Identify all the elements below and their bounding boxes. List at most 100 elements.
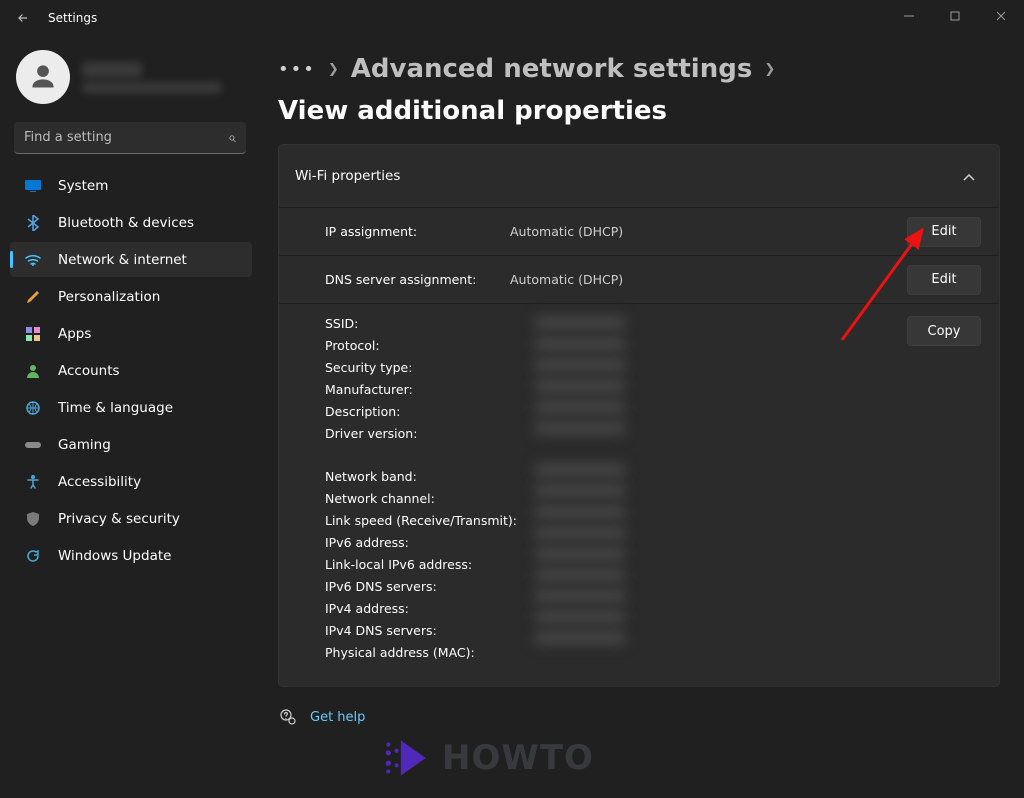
sidebar-item-label: System — [58, 178, 108, 194]
avatar — [16, 50, 70, 104]
profile-name — [82, 62, 142, 78]
back-button[interactable] — [12, 7, 34, 29]
maximize-button[interactable] — [932, 0, 978, 32]
edit-ip-button[interactable]: Edit — [907, 217, 981, 247]
search-container: ⌕ — [14, 122, 246, 154]
card-header[interactable]: Wi-Fi properties — [279, 145, 999, 207]
detail-label: IPv4 DNS servers: — [325, 623, 535, 638]
accounts-icon — [24, 362, 42, 380]
detail-label: Protocol: — [325, 338, 535, 353]
sidebar-item-personalization[interactable]: Personalization — [10, 279, 252, 314]
sidebar-item-label: Accounts — [58, 363, 120, 379]
detail-value-redacted — [535, 421, 625, 435]
detail-value-redacted — [535, 337, 625, 351]
detail-value-redacted — [535, 484, 625, 498]
sidebar-item-label: Gaming — [58, 437, 111, 453]
detail-value-redacted — [535, 463, 625, 477]
sidebar-item-gaming[interactable]: Gaming — [10, 427, 252, 462]
edit-dns-button[interactable]: Edit — [907, 265, 981, 295]
sidebar-item-label: Bluetooth & devices — [58, 215, 194, 231]
detail-value-redacted — [535, 400, 625, 414]
detail-value-redacted — [535, 316, 625, 330]
chevron-right-icon: ❯ — [764, 62, 775, 77]
chevron-up-icon — [963, 167, 975, 186]
breadcrumb-overflow[interactable]: ••• — [278, 59, 316, 80]
window-title: Settings — [48, 11, 97, 25]
detail-value-redacted — [535, 358, 625, 372]
card-title: Wi-Fi properties — [295, 168, 400, 184]
breadcrumb-parent[interactable]: Advanced network settings — [351, 54, 753, 84]
search-input[interactable] — [14, 122, 246, 154]
shield-icon — [24, 510, 42, 528]
accessibility-icon — [24, 473, 42, 491]
detail-label: Driver version: — [325, 426, 535, 441]
detail-value-redacted — [535, 547, 625, 561]
detail-value-redacted — [535, 379, 625, 393]
detail-label: Description: — [325, 404, 535, 419]
system-icon — [24, 177, 42, 195]
chevron-right-icon: ❯ — [328, 62, 339, 77]
copy-button[interactable]: Copy — [907, 316, 981, 346]
sidebar-item-label: Accessibility — [58, 474, 141, 490]
sidebar-item-label: Network & internet — [58, 252, 187, 268]
detail-value-redacted — [535, 631, 625, 645]
help-row: Get help — [278, 709, 1000, 725]
detail-label: Link-local IPv6 address: — [325, 557, 535, 572]
sidebar-item-time-language[interactable]: Time & language — [10, 390, 252, 425]
detail-label: IPv6 address: — [325, 535, 535, 550]
watermark-text: HOWTO — [442, 738, 594, 778]
detail-label: IPv6 DNS servers: — [325, 579, 535, 594]
ip-assignment-row: IP assignment: Automatic (DHCP) Edit — [279, 207, 999, 255]
row-label: IP assignment: — [325, 224, 510, 239]
sidebar-item-label: Apps — [58, 326, 91, 342]
property-details: SSID: Protocol: Security type: Manufactu… — [279, 303, 999, 686]
detail-label: Network channel: — [325, 491, 535, 506]
detail-label: Manufacturer: — [325, 382, 535, 397]
get-help-link[interactable]: Get help — [310, 710, 365, 725]
brush-icon — [24, 288, 42, 306]
breadcrumb: ••• ❯ Advanced network settings ❯ View a… — [278, 54, 1000, 126]
gaming-icon — [24, 436, 42, 454]
sidebar-item-privacy[interactable]: Privacy & security — [10, 501, 252, 536]
watermark-logo — [380, 732, 432, 784]
sidebar-item-label: Time & language — [58, 400, 173, 416]
page-title: View additional properties — [278, 96, 667, 126]
sidebar-item-label: Personalization — [58, 289, 160, 305]
wifi-icon — [24, 251, 42, 269]
sidebar-item-accounts[interactable]: Accounts — [10, 353, 252, 388]
main-content: ••• ❯ Advanced network settings ❯ View a… — [258, 36, 1024, 798]
detail-label: Link speed (Receive/Transmit): — [325, 513, 535, 528]
update-icon — [24, 547, 42, 565]
detail-value-redacted — [535, 589, 625, 603]
detail-label: Security type: — [325, 360, 535, 375]
sidebar-item-label: Privacy & security — [58, 511, 180, 527]
sidebar-item-label: Windows Update — [58, 548, 171, 564]
close-button[interactable] — [978, 0, 1024, 32]
detail-value-redacted — [535, 568, 625, 582]
wifi-properties-card: Wi-Fi properties IP assignment: Automati… — [278, 144, 1000, 687]
row-value: Automatic (DHCP) — [510, 224, 907, 239]
sidebar-item-bluetooth[interactable]: Bluetooth & devices — [10, 205, 252, 240]
nav: System Bluetooth & devices Network & int… — [10, 168, 252, 573]
sidebar-item-accessibility[interactable]: Accessibility — [10, 464, 252, 499]
sidebar-item-windows-update[interactable]: Windows Update — [10, 538, 252, 573]
minimize-button[interactable] — [886, 0, 932, 32]
row-label: DNS server assignment: — [325, 272, 510, 287]
detail-label: SSID: — [325, 316, 535, 331]
sidebar-item-system[interactable]: System — [10, 168, 252, 203]
detail-label: IPv4 address: — [325, 601, 535, 616]
sidebar-item-network[interactable]: Network & internet — [10, 242, 252, 277]
apps-icon — [24, 325, 42, 343]
row-value: Automatic (DHCP) — [510, 272, 907, 287]
profile-section[interactable] — [10, 46, 252, 122]
detail-value-redacted — [535, 505, 625, 519]
help-icon — [280, 709, 296, 725]
watermark: HOWTO — [380, 732, 594, 784]
sidebar-item-apps[interactable]: Apps — [10, 316, 252, 351]
dns-assignment-row: DNS server assignment: Automatic (DHCP) … — [279, 255, 999, 303]
titlebar: Settings — [0, 0, 1024, 36]
sidebar: ⌕ System Bluetooth & devices Network & i… — [0, 36, 258, 798]
search-icon: ⌕ — [228, 130, 236, 146]
detail-value-redacted — [535, 610, 625, 624]
detail-label: Network band: — [325, 469, 535, 484]
